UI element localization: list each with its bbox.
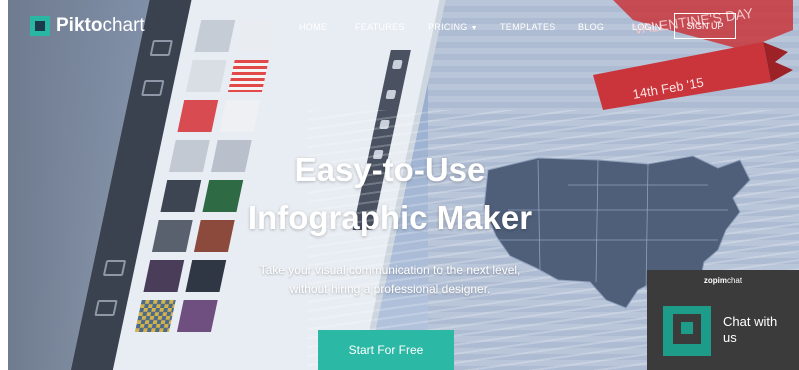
headline-line-2: Infographic Maker [247, 199, 533, 236]
caret-down-icon: ▼ [470, 25, 478, 32]
logo[interactable]: Piktochart [30, 15, 145, 37]
nav-login[interactable]: LOGIN [632, 22, 662, 32]
logo-text: Piktochart [56, 15, 145, 36]
editor-sidebar-icon [102, 260, 127, 276]
nav-templates[interactable]: TEMPLATES [500, 22, 556, 32]
signup-button[interactable]: SIGN UP [674, 13, 736, 39]
editor-sidebar-icon [141, 80, 165, 96]
swatch [219, 100, 261, 132]
swatch [227, 60, 269, 92]
swatch [134, 300, 176, 332]
hero-subtext: Take your visual communication to the ne… [200, 261, 580, 299]
editor-sidebar-icon [94, 300, 118, 316]
start-for-free-button[interactable]: Start For Free [318, 330, 454, 370]
hero-headline: Easy-to-Use Infographic Maker [180, 146, 600, 242]
nav-pricing[interactable]: PRICING ▼ [428, 22, 478, 32]
swatch [177, 100, 219, 132]
swatch [176, 300, 218, 332]
top-nav: Piktochart HOME FEATURES PRICING ▼ TEMPLA… [0, 0, 799, 58]
toolbar-icon [391, 60, 403, 69]
zopim-brand: zopimchat [703, 276, 743, 285]
nav-pricing-label: PRICING [428, 22, 468, 32]
chat-logo-icon [663, 306, 711, 356]
chat-label[interactable]: Chat with us [723, 314, 793, 346]
swatch [185, 60, 227, 92]
subtext-line-2: without hiring a professional designer. [289, 282, 491, 296]
swatch [143, 260, 185, 292]
piktochart-logo-icon [30, 16, 50, 36]
chat-widget[interactable]: zopimchat Chat with us [647, 270, 799, 370]
subtext-line-1: Take your visual communication to the ne… [259, 263, 521, 277]
nav-home[interactable]: HOME [299, 22, 327, 32]
nav-blog[interactable]: BLOG [578, 22, 604, 32]
headline-line-1: Easy-to-Use [294, 151, 486, 188]
toolbar-icon [385, 90, 397, 99]
page-frame: VALENTINE'S DAY 14th Feb '15 Piktochart … [0, 0, 799, 370]
nav-features[interactable]: FEATURES [355, 22, 405, 32]
